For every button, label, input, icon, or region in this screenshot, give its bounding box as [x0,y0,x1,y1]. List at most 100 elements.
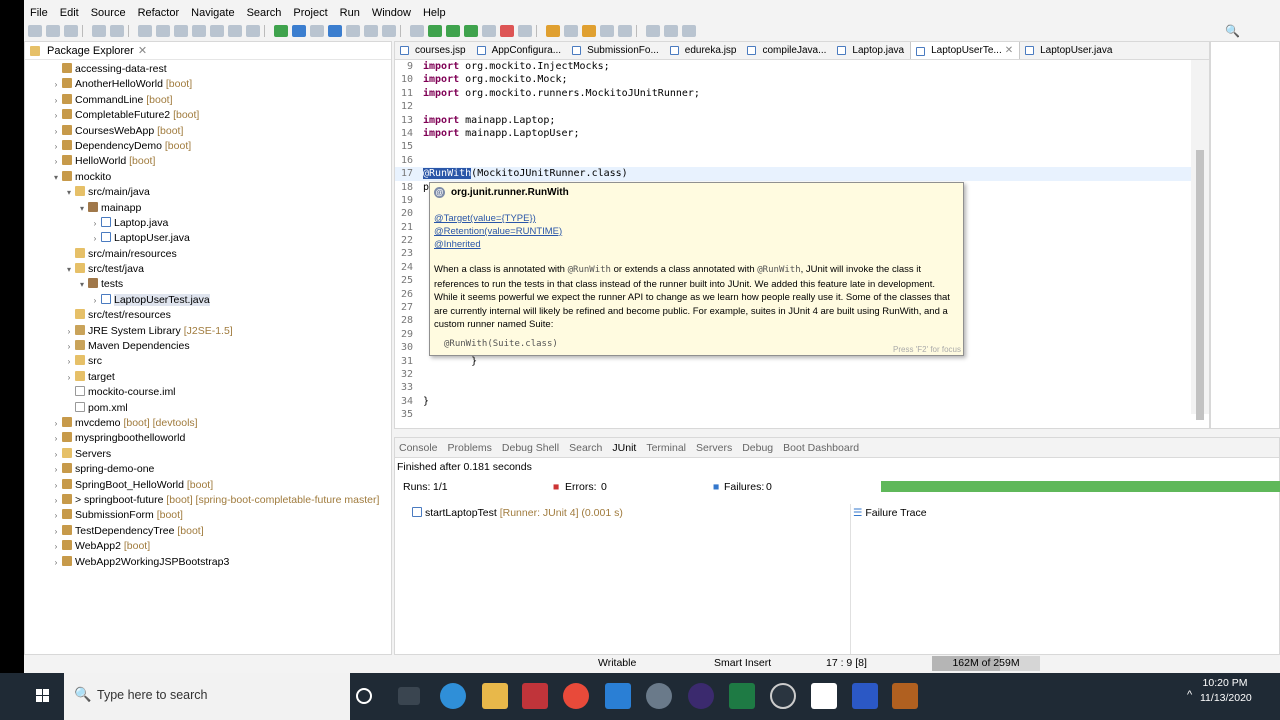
collapsed-chevron-icon[interactable]: › [64,339,74,354]
tree-item[interactable]: › CommandLine [boot] [25,93,391,108]
tree-item[interactable]: › JRE System Library [J2SE-1.5] [25,324,391,339]
tree-item[interactable]: › target [25,370,391,385]
new-java-project-icon[interactable] [482,25,496,37]
recorder-icon[interactable] [892,683,918,709]
inherited-link[interactable]: @Inherited [434,239,481,250]
new-package-icon[interactable] [500,25,514,37]
menu-navigate[interactable]: Navigate [185,4,240,22]
new-icon[interactable] [28,25,42,37]
resume-icon[interactable] [138,25,152,37]
tree-item[interactable]: src/main/resources [25,247,391,262]
tree-item[interactable]: › myspringboothelloworld [25,431,391,446]
editor-tab[interactable]: Laptop.java [832,42,910,59]
heap-status[interactable]: 162M of 259M [932,656,1040,671]
tree-item[interactable]: pom.xml [25,401,391,416]
editor-vertical-scrollbar[interactable] [1191,60,1209,420]
toggle-mark-occurrences-icon[interactable] [310,25,324,37]
expanded-chevron-icon[interactable]: ▾ [77,277,87,292]
code-line[interactable]: 31 } [395,355,1191,368]
block-selection-icon[interactable] [364,25,378,37]
editor-tab[interactable]: edureka.jsp [665,42,743,59]
settings-app-icon[interactable] [646,683,672,709]
collapsed-chevron-icon[interactable]: › [51,555,61,570]
tree-item[interactable]: › spring-demo-one [25,462,391,477]
pin-editor-icon[interactable] [682,25,696,37]
close-view-icon[interactable]: ✕ [138,44,147,57]
mail-icon[interactable] [605,683,631,709]
code-line[interactable]: 14 import mainapp.LaptopUser; [395,127,1191,140]
external-tools-icon[interactable] [464,25,478,37]
code-line[interactable]: 34} [395,395,1191,408]
collapsed-chevron-icon[interactable]: › [64,354,74,369]
menu-refactor[interactable]: Refactor [132,4,186,22]
bottom-tab-boot-dashboard[interactable]: Boot Dashboard [783,442,859,454]
close-tab-icon[interactable]: ✕ [1005,42,1013,59]
bottom-tab-servers[interactable]: Servers [696,442,732,454]
save-icon[interactable] [46,25,60,37]
bottom-tab-terminal[interactable]: Terminal [646,442,686,454]
bottom-tab-console[interactable]: Console [399,442,438,454]
step-over-icon[interactable] [228,25,242,37]
javadoc-hover-popup[interactable]: @ org.junit.runner.RunWith @Target(value… [429,182,964,356]
run-icon[interactable] [428,25,442,37]
collapsed-chevron-icon[interactable]: › [90,293,100,308]
taskbar-search-box[interactable]: 🔍 Type here to search [64,673,350,720]
teams-icon[interactable] [852,683,878,709]
obs-icon[interactable] [770,683,796,709]
collapsed-chevron-icon[interactable]: › [51,447,61,462]
coverage-icon[interactable] [446,25,460,37]
disconnect-icon[interactable] [192,25,206,37]
collapsed-chevron-icon[interactable]: › [51,508,61,523]
menu-file[interactable]: File [24,4,54,22]
editor-tab[interactable]: courses.jsp [395,42,472,59]
expanded-chevron-icon[interactable]: ▾ [77,201,87,216]
code-line[interactable]: 15 [395,140,1191,153]
tree-item[interactable]: › > springboot-future [boot] [spring-boot… [25,493,391,508]
tree-item[interactable]: › Maven Dependencies [25,339,391,354]
file-explorer-icon[interactable] [482,683,508,709]
menu-project[interactable]: Project [287,4,333,22]
cortana-icon[interactable] [356,688,372,704]
terminate-icon[interactable] [174,25,188,37]
debug-icon[interactable] [410,25,424,37]
tree-item[interactable]: src/test/resources [25,308,391,323]
bottom-tab-search[interactable]: Search [569,442,602,454]
code-line[interactable]: 17 @RunWith(MockitoJUnitRunner.class) [395,167,1191,181]
menu-source[interactable]: Source [85,4,132,22]
annotation-next-icon[interactable] [600,25,614,37]
search-toolbar-icon[interactable] [582,25,596,37]
annotation-prev-icon[interactable] [618,25,632,37]
code-line[interactable]: 33 [395,381,1191,394]
tree-item[interactable]: ▾ mockito [25,170,391,185]
package-explorer-title[interactable]: Package Explorer [47,45,134,57]
tree-item[interactable]: › LaptopUserTest.java [25,293,391,308]
collapsed-chevron-icon[interactable]: › [90,216,100,231]
tree-item[interactable]: › TestDependencyTree [boot] [25,524,391,539]
tree-item[interactable]: ▾ src/test/java [25,262,391,277]
bottom-tab-debug-shell[interactable]: Debug Shell [502,442,559,454]
expanded-chevron-icon[interactable]: ▾ [51,170,61,185]
code-line[interactable]: 13 import mainapp.Laptop; [395,114,1191,127]
tree-item[interactable]: › CoursesWebApp [boot] [25,124,391,139]
collapsed-chevron-icon[interactable]: › [51,539,61,554]
highlight-icon[interactable] [328,25,342,37]
collapsed-chevron-icon[interactable]: › [51,139,61,154]
tree-item[interactable]: › WebApp2WorkingJSPBootstrap3 [25,555,391,570]
menu-window[interactable]: Window [366,4,417,22]
chevron-up-icon[interactable]: ^ [1187,689,1199,701]
tree-item[interactable]: › DependencyDemo [boot] [25,139,391,154]
step-into-icon[interactable] [210,25,224,37]
collapsed-chevron-icon[interactable]: › [51,524,61,539]
expanded-chevron-icon[interactable]: ▾ [64,185,74,200]
chrome-icon[interactable] [563,683,589,709]
collapsed-chevron-icon[interactable]: › [51,462,61,477]
collapsed-chevron-icon[interactable]: › [51,124,61,139]
store-icon[interactable] [522,683,548,709]
editor-tab[interactable]: LaptopUser.java [1020,42,1118,59]
tree-item[interactable]: › SubmissionForm [boot] [25,508,391,523]
code-line[interactable]: 11 import org.mockito.runners.MockitoJUni… [395,87,1191,100]
code-line[interactable]: 16 [395,154,1191,167]
tree-item[interactable]: ▾ mainapp [25,201,391,216]
menu-help[interactable]: Help [417,4,452,22]
expanded-chevron-icon[interactable]: ▾ [64,262,74,277]
